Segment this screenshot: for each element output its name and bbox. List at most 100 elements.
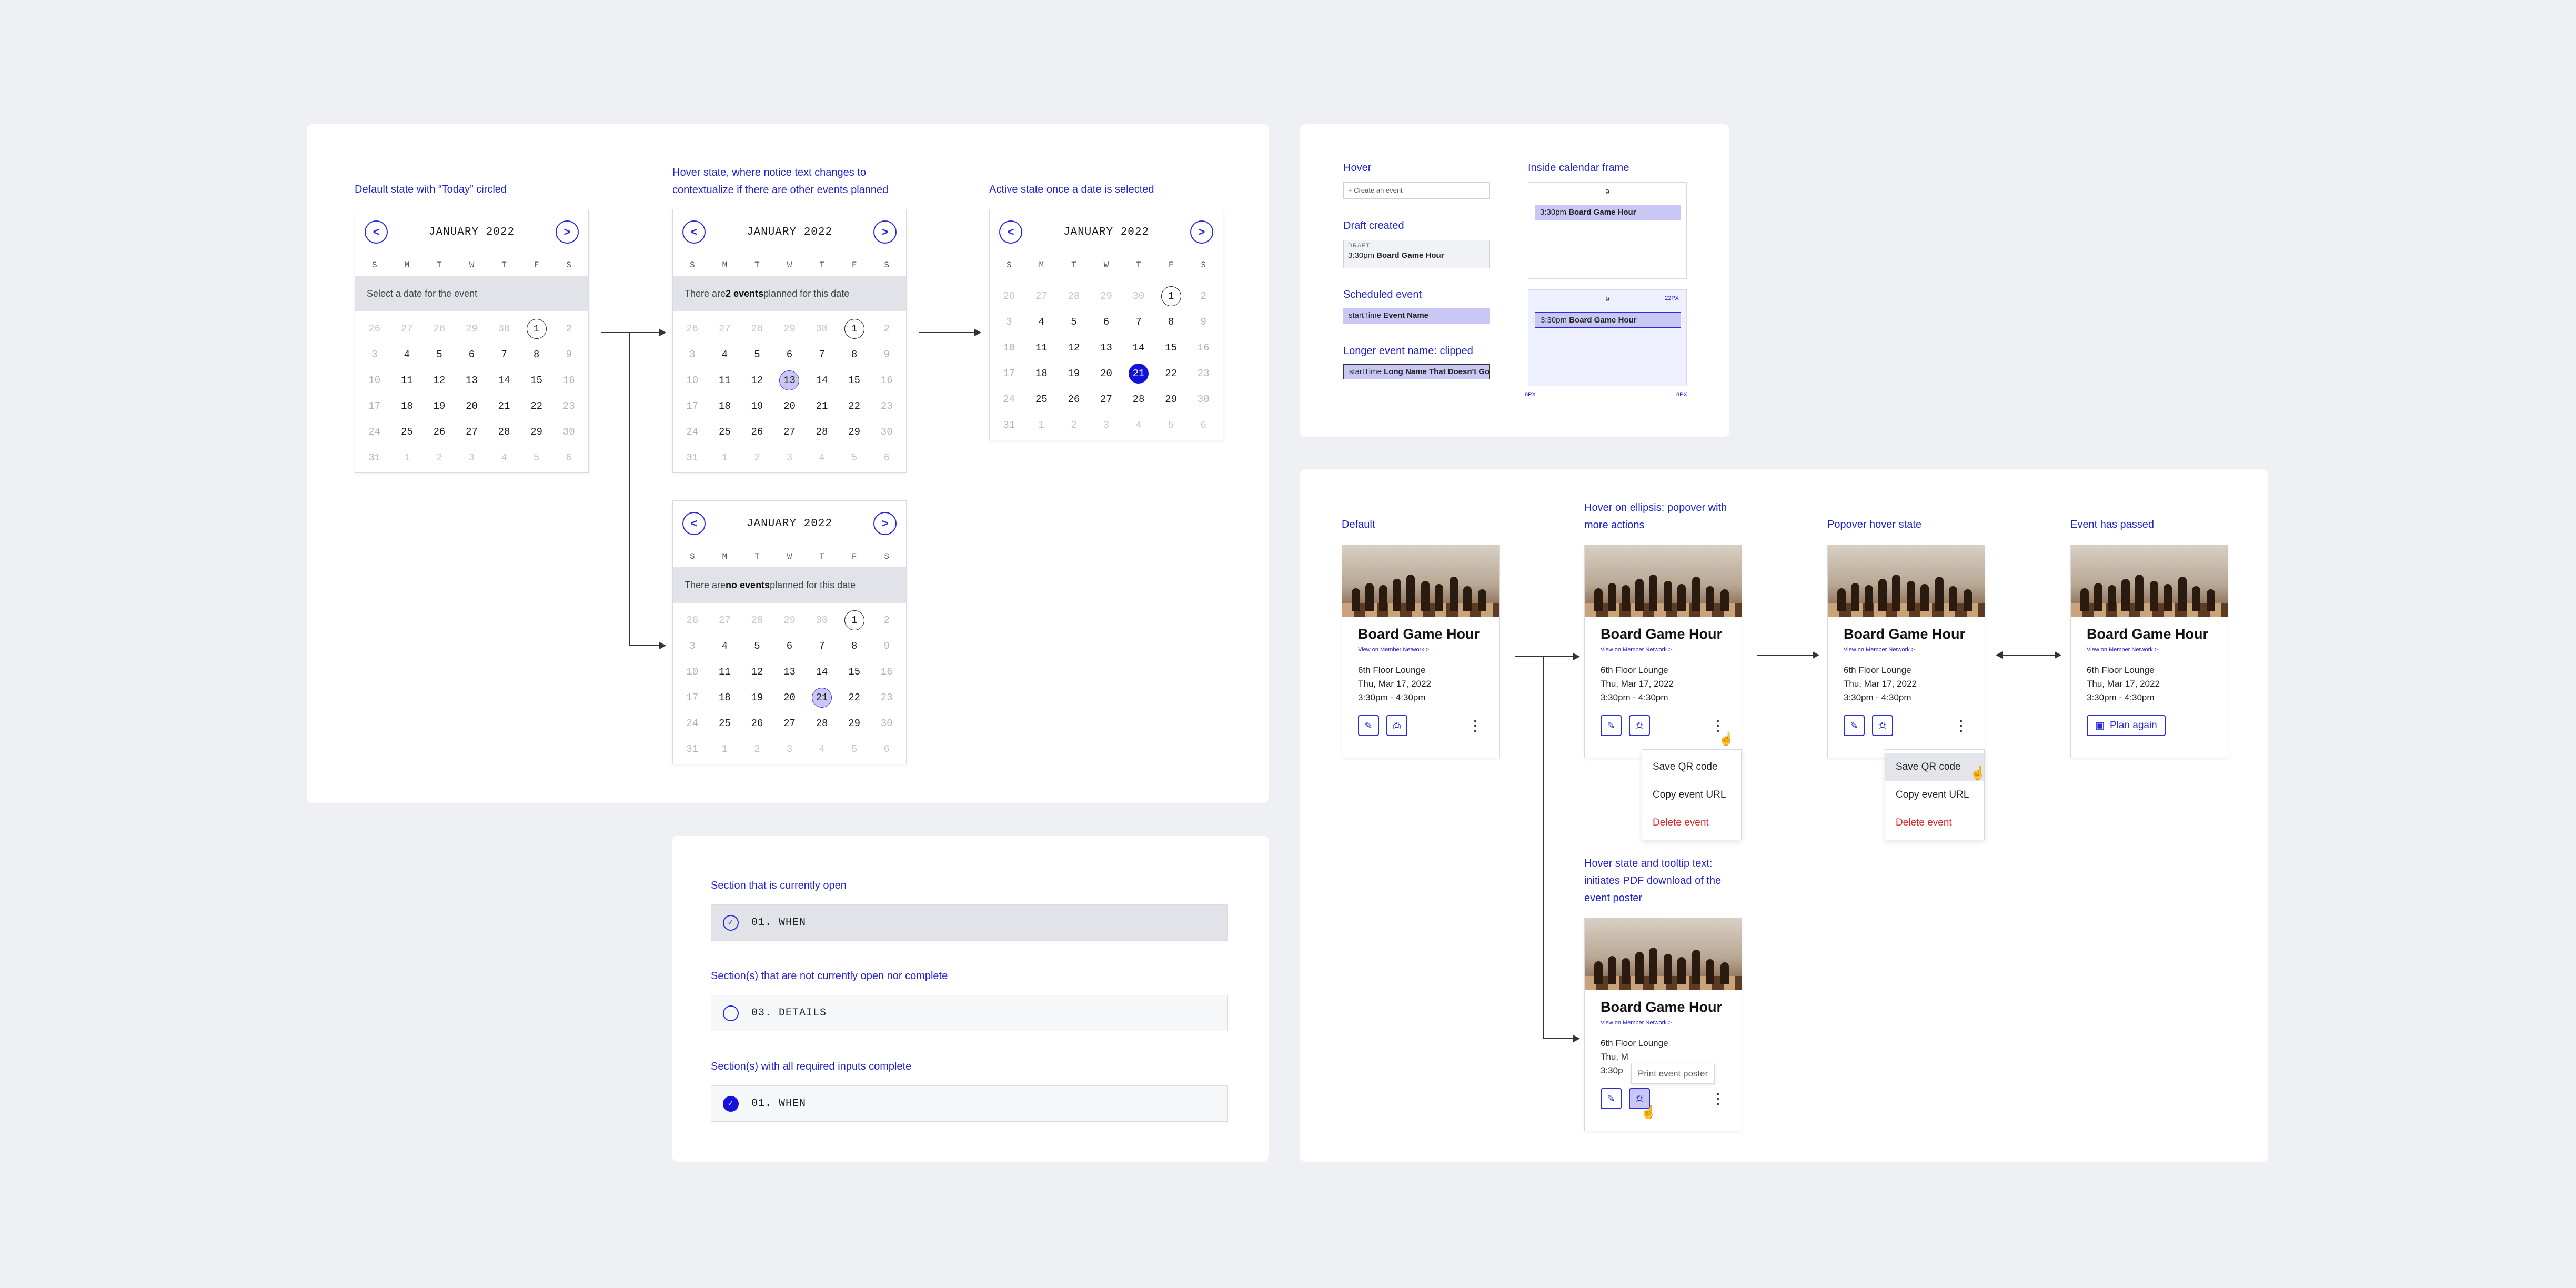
day-cell[interactable]: 1 (520, 316, 553, 341)
day-cell[interactable]: 24 (358, 419, 391, 445)
event-card-popover-hover[interactable]: Board Game Hour View on Member Network > 6… (1827, 545, 1985, 758)
day-cell[interactable]: 10 (676, 659, 709, 685)
day-cell[interactable]: 26 (741, 419, 773, 445)
edit-button[interactable]: ✎ (1358, 715, 1379, 736)
day-cell[interactable]: 8 (838, 341, 871, 367)
more-actions-button[interactable]: ⋮ (1711, 1091, 1725, 1107)
day-cell[interactable]: 7 (806, 341, 838, 367)
day-cell[interactable]: 5 (1058, 309, 1090, 335)
day-cell[interactable]: 28 (806, 710, 838, 736)
frame-event-chip[interactable]: 3:30pm Board Game Hour (1535, 312, 1681, 328)
day-cell[interactable]: 13 (773, 367, 806, 393)
day-cell[interactable]: 3 (676, 633, 709, 659)
next-month-button[interactable]: > (873, 220, 897, 244)
day-cell[interactable]: 25 (391, 419, 424, 445)
day-cell[interactable]: 29 (838, 710, 871, 736)
day-cell[interactable]: 21 (806, 393, 838, 419)
day-cell[interactable]: 4 (1025, 309, 1058, 335)
day-cell[interactable]: 8 (520, 341, 553, 367)
day-cell[interactable]: 8 (1155, 309, 1188, 335)
day-cell[interactable]: 23 (870, 685, 903, 710)
edit-button[interactable]: ✎ (1844, 715, 1865, 736)
day-cell[interactable]: 1 (838, 316, 871, 341)
day-cell[interactable]: 25 (709, 419, 741, 445)
day-cell[interactable]: 22 (838, 685, 871, 710)
accordion-section-incomplete[interactable]: 03. DETAILS (711, 995, 1228, 1031)
next-month-button[interactable]: > (873, 512, 897, 535)
event-card-ellipsis-hover[interactable]: Board Game Hour View on Member Network > 6… (1584, 545, 1742, 758)
prev-month-button[interactable]: < (682, 220, 706, 244)
edit-button[interactable]: ✎ (1601, 715, 1622, 736)
day-cell[interactable]: 20 (773, 685, 806, 710)
day-cell[interactable]: 6 (773, 341, 806, 367)
day-cell[interactable]: 11 (1025, 335, 1058, 360)
day-cell[interactable]: 6 (456, 341, 488, 367)
day-cell[interactable]: 14 (806, 659, 838, 685)
day-cell[interactable]: 16 (552, 367, 585, 393)
day-cell[interactable]: 15 (838, 659, 871, 685)
day-cell[interactable]: 22 (1155, 360, 1188, 386)
plan-again-button[interactable]: ▣ Plan again (2087, 715, 2166, 736)
day-cell[interactable]: 2 (870, 316, 903, 341)
day-cell[interactable]: 12 (741, 367, 773, 393)
day-cell[interactable]: 18 (709, 685, 741, 710)
day-cell[interactable]: 20 (1090, 360, 1123, 386)
next-month-button[interactable]: > (555, 220, 579, 244)
day-cell[interactable]: 9 (870, 341, 903, 367)
day-cell[interactable]: 24 (993, 386, 1025, 412)
member-network-link[interactable]: View on Member Network > (2087, 647, 2228, 653)
day-cell[interactable]: 5 (741, 341, 773, 367)
day-cell[interactable]: 21 (1122, 360, 1155, 386)
day-cell[interactable]: 26 (423, 419, 456, 445)
copy-url-menu-item[interactable]: Copy event URL (1885, 781, 1984, 809)
day-cell[interactable]: 28 (806, 419, 838, 445)
day-cell[interactable]: 8 (838, 633, 871, 659)
day-cell[interactable]: 1 (1155, 283, 1188, 309)
day-cell[interactable]: 27 (773, 710, 806, 736)
day-cell[interactable]: 23 (552, 393, 585, 419)
draft-event-chip[interactable]: DRAFT 3:30pm Board Game Hour (1343, 240, 1490, 268)
day-cell[interactable]: 5 (423, 341, 456, 367)
day-cell[interactable]: 4 (709, 341, 741, 367)
day-cell[interactable]: 28 (1122, 386, 1155, 412)
day-cell[interactable]: 26 (1058, 386, 1090, 412)
day-cell[interactable]: 27 (1090, 386, 1123, 412)
day-cell[interactable]: 19 (741, 393, 773, 419)
day-cell[interactable]: 11 (391, 367, 424, 393)
prev-month-button[interactable]: < (999, 220, 1022, 244)
day-cell[interactable]: 26 (741, 710, 773, 736)
day-cell[interactable]: 4 (391, 341, 424, 367)
day-cell[interactable]: 14 (488, 367, 520, 393)
day-cell[interactable]: 28 (488, 419, 520, 445)
day-cell[interactable]: 15 (520, 367, 553, 393)
day-cell[interactable]: 31 (993, 412, 1025, 438)
day-cell[interactable]: 2 (870, 607, 903, 633)
day-cell[interactable]: 24 (676, 419, 709, 445)
day-cell[interactable]: 20 (773, 393, 806, 419)
day-cell[interactable]: 12 (423, 367, 456, 393)
day-cell[interactable]: 17 (676, 685, 709, 710)
day-cell[interactable]: 13 (773, 659, 806, 685)
day-cell[interactable]: 3 (676, 341, 709, 367)
accordion-section-open[interactable]: ✓ 01. WHEN (711, 904, 1228, 941)
day-cell[interactable]: 13 (1090, 335, 1123, 360)
day-cell[interactable]: 22 (520, 393, 553, 419)
day-cell[interactable]: 9 (1187, 309, 1220, 335)
day-cell[interactable]: 13 (456, 367, 488, 393)
print-button[interactable]: ⎙ (1872, 715, 1893, 736)
day-cell[interactable]: 6 (773, 633, 806, 659)
accordion-section-complete[interactable]: ✓ 01. WHEN (711, 1085, 1228, 1122)
event-card-tooltip[interactable]: Board Game Hour View on Member Network > 6… (1584, 918, 1742, 1131)
day-cell[interactable]: 23 (1187, 360, 1220, 386)
day-cell[interactable]: 11 (709, 659, 741, 685)
day-cell[interactable]: 31 (676, 445, 709, 470)
delete-event-menu-item[interactable]: Delete event (1885, 809, 1984, 837)
day-cell[interactable]: 19 (1058, 360, 1090, 386)
day-cell[interactable]: 2 (552, 316, 585, 341)
scheduled-event-chip[interactable]: startTime Event Name (1343, 308, 1490, 324)
edit-button[interactable]: ✎ (1601, 1088, 1622, 1109)
print-button[interactable]: ⎙ (1629, 715, 1650, 736)
day-cell[interactable]: 18 (709, 393, 741, 419)
next-month-button[interactable]: > (1190, 220, 1213, 244)
day-cell[interactable]: 7 (806, 633, 838, 659)
